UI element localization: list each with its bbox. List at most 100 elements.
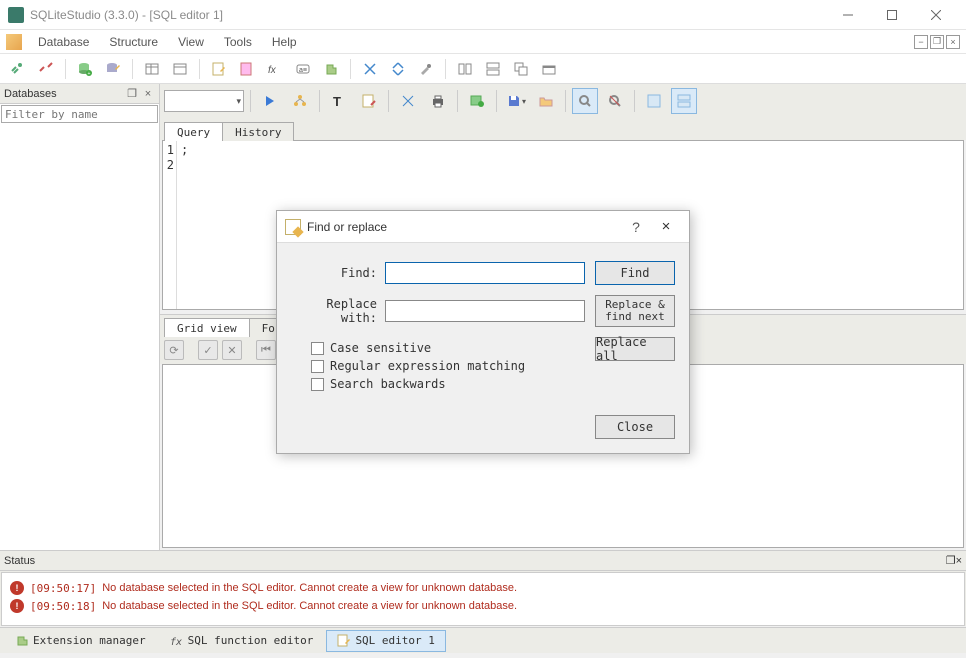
layout2-icon[interactable] <box>671 88 697 114</box>
refresh-icon[interactable]: ⟳ <box>164 340 184 360</box>
status-panel: Status ❐ × ! [09:50:17] No database sele… <box>0 550 966 626</box>
replace-all-button[interactable]: Replace all <box>595 337 675 361</box>
error-icon: ! <box>10 599 24 613</box>
sql-editor-icon[interactable] <box>207 57 231 81</box>
menu-help[interactable]: Help <box>262 32 307 52</box>
commit-icon[interactable]: ✓ <box>198 340 218 360</box>
status-time: [09:50:17] <box>30 582 96 595</box>
rollback-icon[interactable]: ✕ <box>222 340 242 360</box>
text-icon[interactable]: T <box>326 88 352 114</box>
menu-view[interactable]: View <box>168 32 214 52</box>
databases-filter[interactable] <box>1 105 158 123</box>
edit-db-icon[interactable] <box>101 57 125 81</box>
editor-tabs: Query History <box>160 118 966 140</box>
menu-tools[interactable]: Tools <box>214 32 262 52</box>
tab-sql-function-editor[interactable]: fx SQL function editor <box>159 630 325 652</box>
mdi-controls: − ❐ × <box>914 35 960 49</box>
close-button[interactable]: Close <box>595 415 675 439</box>
minimize-button[interactable] <box>826 1 870 29</box>
line-gutter: 1 2 <box>163 141 177 309</box>
panel-close-icon[interactable]: × <box>141 87 155 101</box>
tile-v-icon[interactable] <box>481 57 505 81</box>
extension-icon[interactable] <box>319 57 343 81</box>
results-below-icon[interactable] <box>572 88 598 114</box>
close-button[interactable] <box>914 1 958 29</box>
svg-text:fx: fx <box>170 637 182 648</box>
svg-text:+: + <box>88 71 91 77</box>
menu-database[interactable]: Database <box>28 32 99 52</box>
check-regex[interactable]: Regular expression matching <box>311 359 595 373</box>
dialog-icon <box>285 219 301 235</box>
status-close-icon[interactable]: × <box>956 555 962 567</box>
status-message: No database selected in the SQL editor. … <box>102 600 517 612</box>
databases-title: Databases <box>4 88 123 100</box>
disconnect-icon[interactable] <box>34 57 58 81</box>
settings-icon[interactable] <box>414 57 438 81</box>
tab-grid-view[interactable]: Grid view <box>164 318 250 337</box>
cascade-icon[interactable] <box>509 57 533 81</box>
execute-icon[interactable] <box>257 88 283 114</box>
explain-icon[interactable] <box>287 88 313 114</box>
dialog-close-icon[interactable]: × <box>651 218 681 235</box>
connect-icon[interactable] <box>6 57 30 81</box>
panel-float-icon[interactable]: ❐ <box>125 87 139 101</box>
status-time: [09:50:18] <box>30 600 96 613</box>
dialog-title: Find or replace <box>307 220 621 234</box>
window-tabs: Extension manager fx SQL function editor… <box>0 627 966 653</box>
export-icon[interactable] <box>386 57 410 81</box>
tab-sql-editor-1[interactable]: SQL editor 1 <box>326 630 445 652</box>
titlebar: SQLiteStudio (3.3.0) - [SQL editor 1] <box>0 0 966 30</box>
open-icon[interactable] <box>533 88 559 114</box>
menu-icon <box>6 34 22 50</box>
print-icon[interactable] <box>425 88 451 114</box>
status-float-icon[interactable]: ❐ <box>946 554 956 567</box>
svg-text:fx: fx <box>268 65 277 76</box>
find-input[interactable] <box>385 262 585 284</box>
svg-text:a≡: a≡ <box>299 67 307 74</box>
databases-tree[interactable] <box>0 124 159 550</box>
create-view-icon[interactable] <box>464 88 490 114</box>
layout1-icon[interactable] <box>641 88 667 114</box>
tile-h-icon[interactable] <box>453 57 477 81</box>
status-entry: ! [09:50:17] No database selected in the… <box>10 579 956 597</box>
editor-body[interactable]: ; <box>177 141 192 309</box>
editor-toolbar: T ▾ <box>160 84 966 118</box>
tab-extension-manager[interactable]: Extension manager <box>4 630 157 652</box>
tab-history[interactable]: History <box>222 122 294 141</box>
history-icon[interactable] <box>395 88 421 114</box>
clear-icon[interactable] <box>356 88 382 114</box>
window-title: SQLiteStudio (3.3.0) - [SQL editor 1] <box>30 8 826 22</box>
find-label: Find: <box>291 266 385 280</box>
databases-panel: Databases ❐ × <box>0 84 160 550</box>
replace-find-next-button[interactable]: Replace & find next <box>595 295 675 327</box>
replace-input[interactable] <box>385 300 585 322</box>
fx-icon[interactable]: fx <box>263 57 287 81</box>
error-icon: ! <box>10 581 24 595</box>
table2-icon[interactable] <box>168 57 192 81</box>
import-icon[interactable] <box>358 57 382 81</box>
first-icon[interactable]: ⏮ <box>256 340 276 360</box>
menubar: Database Structure View Tools Help − ❐ × <box>0 30 966 54</box>
status-entry: ! [09:50:18] No database selected in the… <box>10 597 956 615</box>
find-button[interactable]: Find <box>595 261 675 285</box>
add-db-icon[interactable]: + <box>73 57 97 81</box>
app-icon <box>8 7 24 23</box>
mdi-minimize[interactable]: − <box>914 35 928 49</box>
table-icon[interactable] <box>140 57 164 81</box>
tab-query[interactable]: Query <box>164 122 223 141</box>
collation-icon[interactable]: a≡ <box>291 57 315 81</box>
check-case-sensitive[interactable]: Case sensitive <box>311 341 595 355</box>
menu-structure[interactable]: Structure <box>99 32 168 52</box>
mdi-restore[interactable]: ❐ <box>930 35 944 49</box>
restore-icon[interactable] <box>537 57 561 81</box>
save-icon[interactable]: ▾ <box>503 88 529 114</box>
find-replace-dialog: Find or replace ? × Find: Find Replace w… <box>276 210 690 454</box>
mdi-close[interactable]: × <box>946 35 960 49</box>
status-title: Status <box>4 555 35 567</box>
database-combo[interactable] <box>164 90 244 112</box>
dialog-help-icon[interactable]: ? <box>621 219 651 235</box>
check-backwards[interactable]: Search backwards <box>311 377 595 391</box>
maximize-button[interactable] <box>870 1 914 29</box>
results-tab-icon[interactable] <box>602 88 628 114</box>
ddl-icon[interactable] <box>235 57 259 81</box>
